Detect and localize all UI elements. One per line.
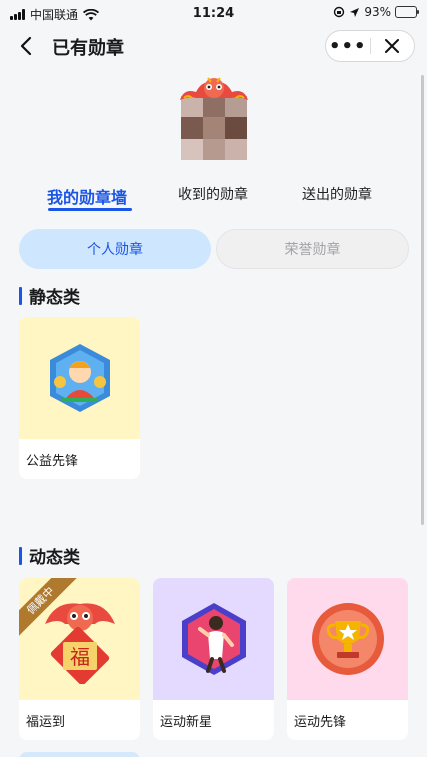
battery-percent: 93%	[364, 5, 391, 19]
badge-card-volunteer[interactable]: 公益先锋	[19, 317, 140, 479]
battery-icon	[395, 6, 419, 18]
more-icon[interactable]: •••	[326, 36, 370, 57]
badge-art	[153, 578, 274, 700]
tab-received-badges[interactable]: 收到的勋章	[178, 184, 248, 204]
badge-art: 福 佩戴中	[19, 578, 140, 700]
badge-card-peek	[19, 752, 140, 757]
badge-name: 运动先锋	[294, 715, 347, 730]
tab-sent-badges[interactable]: 送出的勋章	[302, 184, 372, 204]
badge-tabs: 我的勋章墙 收到的勋章 送出的勋章	[0, 180, 427, 220]
section-marker	[19, 286, 22, 305]
user-avatar-group	[178, 74, 250, 162]
location-arrow-icon	[350, 7, 360, 17]
section-marker	[19, 546, 22, 565]
back-arrow-icon[interactable]	[16, 35, 38, 57]
lock-rotation-icon	[334, 6, 345, 18]
badge-card-sports-star[interactable]: 运动新星	[153, 578, 274, 740]
avatar	[181, 96, 247, 160]
mini-program-capsule: •••	[325, 30, 415, 62]
badge-art	[19, 317, 140, 439]
scrollbar[interactable]	[421, 75, 424, 525]
badge-name: 公益先锋	[26, 454, 79, 469]
trophy-badge-icon	[311, 603, 384, 675]
lion-avatar-frame-icon	[180, 77, 248, 100]
badge-card-sports-pioneer[interactable]: 运动先锋	[287, 578, 408, 740]
section-title: 静态类	[29, 288, 80, 308]
volunteer-badge-icon	[49, 344, 110, 412]
badge-art	[287, 578, 408, 700]
status-bar: 中国联通 11:24 93%	[0, 0, 427, 28]
runner-badge-icon	[181, 603, 246, 675]
segment-personal-badges[interactable]: 个人勋章	[19, 229, 211, 269]
status-right-group: 93%	[333, 5, 419, 19]
tab-underline	[48, 208, 132, 211]
badge-name: 福运到	[26, 715, 66, 730]
badge-card-lucky[interactable]: 福 佩戴中 福运到	[19, 578, 140, 740]
section-static: 静态类	[19, 283, 80, 308]
section-dynamic: 动态类	[19, 543, 80, 568]
lucky-lion-fu-icon: 福	[44, 603, 115, 684]
svg-text:福: 福	[70, 645, 90, 669]
segment-honor-badges[interactable]: 荣誉勋章	[216, 229, 409, 269]
badge-name: 运动新星	[160, 715, 213, 730]
page-title: 已有勋章	[52, 38, 124, 59]
section-title: 动态类	[29, 548, 80, 568]
close-icon[interactable]	[370, 39, 414, 53]
tab-my-badge-wall[interactable]: 我的勋章墙	[47, 184, 127, 208]
nav-bar: 已有勋章 •••	[0, 28, 427, 64]
